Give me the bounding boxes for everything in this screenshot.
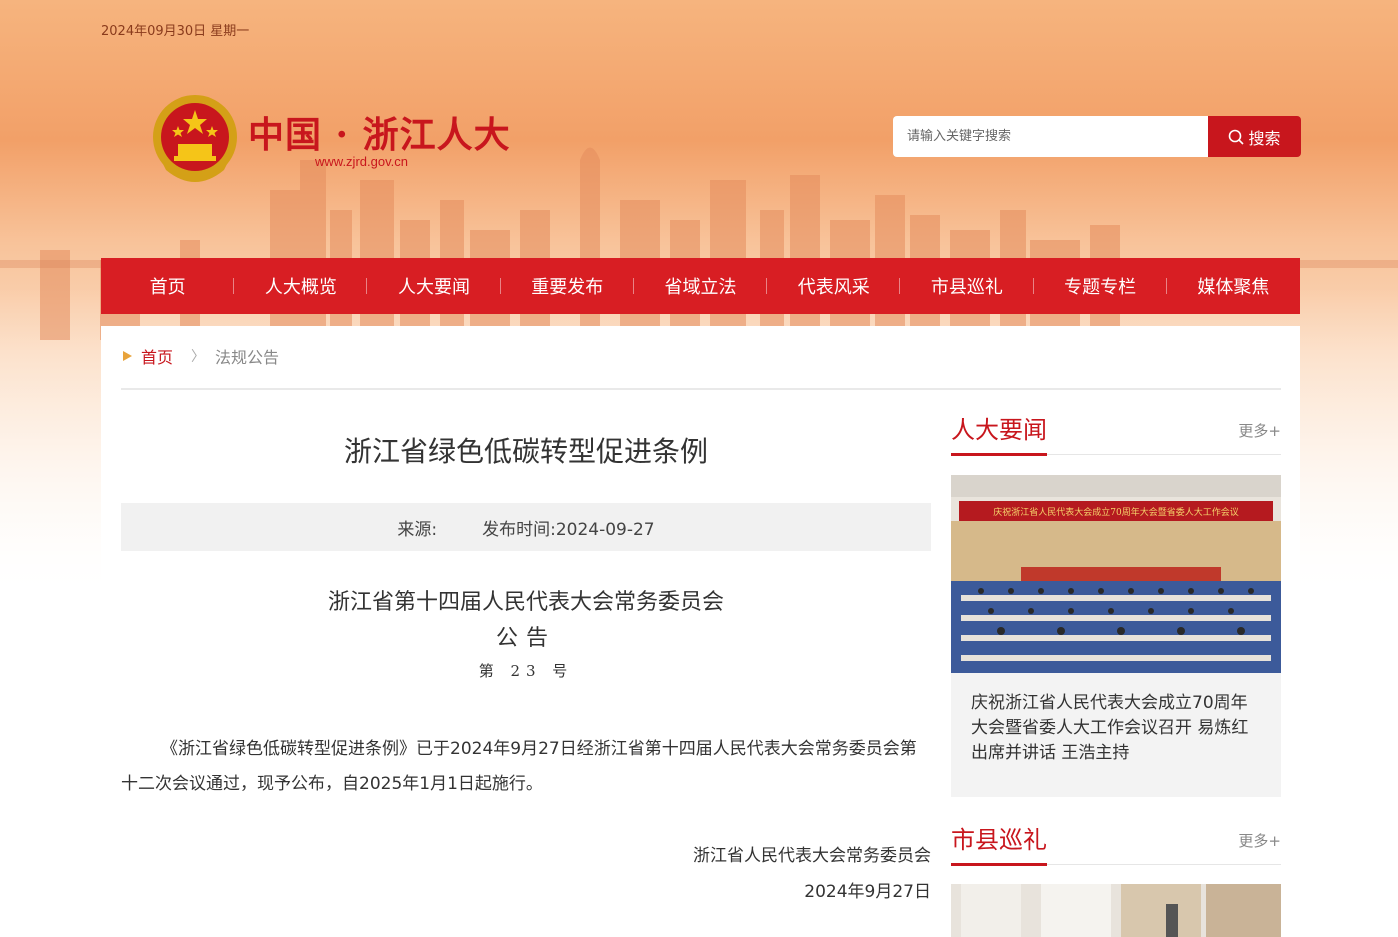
announcement-number: 第 23 号 [478, 662, 574, 680]
announcement-org: 浙江省第十四届人民代表大会常务委员会 [327, 590, 724, 615]
article-body: 《浙江省绿色低碳转型促进条例》已于2024年9月27日经浙江省第十四届人民代表大… [121, 739, 917, 794]
chevron-right-icon: 〉 [191, 349, 206, 365]
divider [121, 388, 1281, 390]
nav-item-legislation[interactable]: 省域立法 [634, 273, 768, 299]
news-photo[interactable]: 庆祝浙江省人民代表大会成立70周年大会暨省委人大工作会议 [951, 475, 1281, 673]
site-title[interactable]: 中国 · 浙江人大 [248, 106, 511, 158]
more-link-cities[interactable]: 更多+ [1238, 830, 1281, 851]
signature-date: 2024年9月27日 [804, 882, 931, 902]
site-url: www.zjrd.gov.cn [315, 154, 408, 169]
nav-item-cities[interactable]: 市县巡礼 [900, 273, 1034, 299]
nav-item-news[interactable]: 人大要闻 [367, 273, 501, 299]
more-link-news[interactable]: 更多+ [1238, 420, 1281, 441]
search-box: 搜索 [893, 116, 1301, 157]
section-title-news[interactable]: 人大要闻 [951, 410, 1047, 456]
article-publish-date: 发布时间:2024-09-27 [482, 519, 655, 540]
city-visit-image [951, 884, 1281, 937]
article-title: 浙江省绿色低碳转型促进条例 [343, 435, 708, 468]
main-content: 首页 〉 法规公告 浙江省绿色低碳转型促进条例 来源: 发布时间:2024-09… [101, 326, 1300, 937]
current-date: 2024年09月30日 星期一 [101, 24, 250, 39]
section-header-news: 人大要闻 更多+ [951, 410, 1281, 456]
banner-text: 庆祝浙江省人民代表大会成立70周年大会暨省委人大工作会议 [993, 506, 1238, 518]
article-source: 来源: [397, 519, 438, 540]
nav-item-home[interactable]: 首页 [101, 273, 235, 299]
news-caption-link[interactable]: 庆祝浙江省人民代表大会成立70周年大会暨省委人大工作会议召开 易炼红出席并讲话 … [951, 673, 1281, 797]
article-signature: 浙江省人民代表大会常务委员会 2024年9月27日 [693, 838, 931, 910]
nav-item-releases[interactable]: 重要发布 [501, 273, 635, 299]
nav-item-topics[interactable]: 专题专栏 [1034, 273, 1167, 299]
national-emblem-logo[interactable] [150, 92, 240, 187]
nav-item-deputies[interactable]: 代表风采 [767, 273, 901, 299]
nav-item-overview[interactable]: 人大概览 [234, 273, 368, 299]
search-button[interactable]: 搜索 [1208, 116, 1301, 157]
nav-item-media[interactable]: 媒体聚焦 [1167, 273, 1300, 299]
breadcrumb-home[interactable]: 首页 [141, 344, 173, 368]
section-header-cities: 市县巡礼 更多+ [951, 820, 1281, 866]
breadcrumb: 首页 〉 法规公告 [121, 344, 279, 368]
announcement-heading: 公告 [495, 626, 556, 651]
search-input[interactable] [893, 116, 1208, 157]
breadcrumb-arrow-icon [123, 351, 132, 361]
search-button-label: 搜索 [1248, 128, 1281, 148]
cities-photo[interactable] [951, 884, 1281, 937]
article-meta: 来源: 发布时间:2024-09-27 [121, 503, 931, 551]
main-nav: 首页 人大概览 人大要闻 重要发布 省域立法 代表风采 市县巡礼 专题专栏 媒体… [101, 258, 1300, 314]
search-icon [1229, 129, 1245, 145]
signature-org: 浙江省人民代表大会常务委员会 [693, 846, 931, 866]
section-title-cities[interactable]: 市县巡礼 [951, 820, 1047, 866]
breadcrumb-current[interactable]: 法规公告 [215, 344, 279, 368]
meeting-hall-image: 庆祝浙江省人民代表大会成立70周年大会暨省委人大工作会议 [951, 475, 1281, 673]
